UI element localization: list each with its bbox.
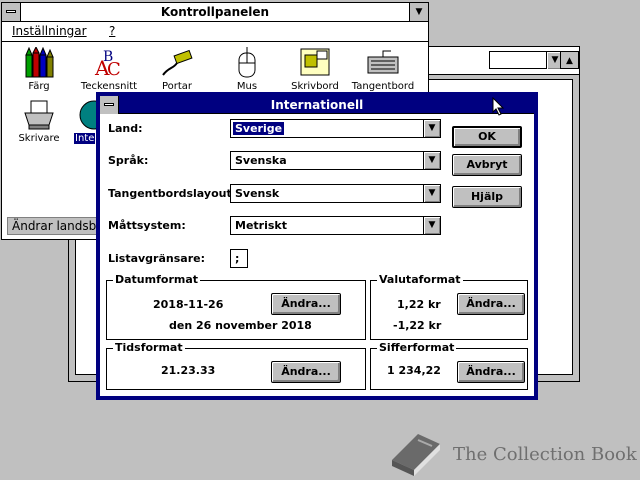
label-lista: Listavgränsare: <box>108 252 205 265</box>
menu-help[interactable]: ? <box>109 24 115 38</box>
date-short: 2018-11-26 <box>153 298 224 311</box>
window-title: Kontrollpanelen <box>160 5 270 19</box>
watermark: The Collection Book <box>388 430 638 476</box>
chevron-down-icon[interactable]: ▼ <box>423 185 440 202</box>
date-long: den 26 november 2018 <box>169 319 312 332</box>
lista-input[interactable]: ; <box>230 249 248 268</box>
label-sprak: Språk: <box>108 154 149 167</box>
matt-value: Metriskt <box>235 219 287 232</box>
system-menu-button[interactable] <box>2 3 21 21</box>
currency-positive: 1,22 kr <box>397 298 441 311</box>
datumformat-title: Datumformat <box>113 273 201 286</box>
tidsformat-title: Tidsformat <box>113 341 185 354</box>
tangentbord-value: Svensk <box>235 187 280 200</box>
label-tangentbord: Tangentbordslayout: <box>108 187 237 200</box>
minimize-button[interactable]: ▼ <box>409 3 428 21</box>
icon-teckensnitt[interactable]: A C B Teckensnitt <box>74 47 144 92</box>
watermark-text: The Collection Book <box>453 444 637 465</box>
currency-negative: -1,22 kr <box>393 319 442 332</box>
chevron-down-icon[interactable]: ▼ <box>423 217 440 234</box>
datum-change-button[interactable]: Ändra... <box>271 293 341 315</box>
maximize-button[interactable]: ▲ <box>560 51 579 69</box>
mouse-icon <box>231 47 263 79</box>
icon-portar[interactable]: Portar <box>142 47 212 92</box>
label-matt: Måttsystem: <box>108 219 186 232</box>
icon-skrivare[interactable]: Skrivare <box>4 99 74 144</box>
keyboard-icon <box>367 47 399 79</box>
background-combo[interactable]: ▼ <box>489 51 564 69</box>
matt-select[interactable]: Metriskt ▼ <box>230 216 441 235</box>
menu-installningar[interactable]: Inställningar <box>12 24 87 38</box>
icon-farg[interactable]: Färg <box>4 45 74 92</box>
internationell-dialog: Internationell Land: Sverige ▼ Språk: Sv… <box>96 92 538 400</box>
ok-button[interactable]: OK <box>452 126 522 148</box>
plug-icon <box>161 47 193 79</box>
land-value: Sverige <box>233 122 285 135</box>
datumformat-group: Datumformat 2018-11-26 den 26 november 2… <box>106 273 366 340</box>
tid-change-button[interactable]: Ändra... <box>271 361 341 383</box>
lista-value: ; <box>235 252 240 265</box>
sprak-value: Svenska <box>235 154 287 167</box>
mouse-pointer-icon <box>492 96 506 117</box>
printer-icon <box>23 99 55 131</box>
tidsformat-group: Tidsformat 21.23.33 Ändra... <box>106 341 366 390</box>
chevron-down-icon[interactable]: ▼ <box>423 120 440 137</box>
sifferformat-title: Sifferformat <box>377 341 457 354</box>
hjalp-button[interactable]: Hjälp <box>452 186 522 208</box>
label-land: Land: <box>108 122 143 135</box>
icon-mus[interactable]: Mus <box>212 47 282 92</box>
icon-skrivbord[interactable]: Skrivbord <box>280 47 350 92</box>
dialog-title: Internationell <box>270 98 364 112</box>
valutaformat-title: Valutaformat <box>377 273 463 286</box>
menu-bar: Inställningar ? <box>2 22 428 42</box>
icon-tangentbord[interactable]: Tangentbord <box>348 47 418 92</box>
book-icon <box>388 430 444 479</box>
chevron-down-icon[interactable]: ▼ <box>423 152 440 169</box>
svg-text:B: B <box>103 49 113 65</box>
dialog-system-menu-button[interactable] <box>100 96 119 114</box>
dialog-titlebar[interactable]: Internationell <box>100 96 534 114</box>
desktop-icon <box>299 47 331 79</box>
number-value: 1 234,22 <box>387 364 441 377</box>
tangentbord-select[interactable]: Svensk ▼ <box>230 184 441 203</box>
sprak-select[interactable]: Svenska ▼ <box>230 151 441 170</box>
time-value: 21.23.33 <box>161 364 216 377</box>
land-select[interactable]: Sverige ▼ <box>230 119 441 138</box>
sifferformat-group: Sifferformat 1 234,22 Ändra... <box>370 341 528 390</box>
valuta-change-button[interactable]: Ändra... <box>457 293 525 315</box>
crayons-icon <box>23 45 55 79</box>
fonts-icon: A C B <box>93 47 125 80</box>
siffer-change-button[interactable]: Ändra... <box>457 361 525 383</box>
valutaformat-group: Valutaformat 1,22 kr -1,22 kr Ändra... <box>370 273 528 340</box>
avbryt-button[interactable]: Avbryt <box>452 154 522 176</box>
control-panel-titlebar[interactable]: Kontrollpanelen <box>2 3 428 22</box>
